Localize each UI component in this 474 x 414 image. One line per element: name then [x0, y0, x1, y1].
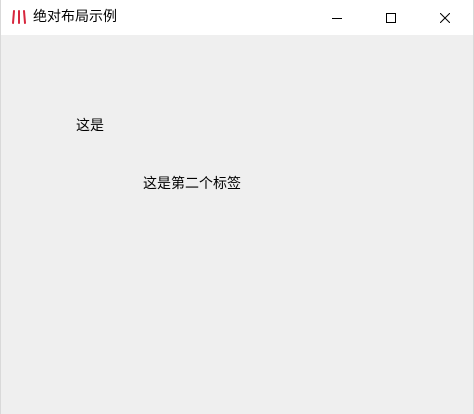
- title-bar[interactable]: 绝对布局示例: [1, 0, 473, 35]
- client-area: 这是 这是第二个标签: [1, 35, 473, 414]
- maximize-icon: [386, 12, 396, 23]
- app-logo-icon: [12, 10, 26, 24]
- maximize-button[interactable]: [368, 0, 414, 35]
- window-title: 绝对布局示例: [33, 9, 117, 25]
- app-window: 绝对布局示例 这是 这是第二个标签: [0, 0, 474, 414]
- close-icon: [440, 12, 450, 23]
- label-first: 这是: [76, 118, 104, 134]
- close-button[interactable]: [422, 0, 468, 35]
- minimize-icon: [332, 17, 342, 19]
- minimize-button[interactable]: [314, 0, 360, 35]
- label-second: 这是第二个标签: [143, 176, 241, 192]
